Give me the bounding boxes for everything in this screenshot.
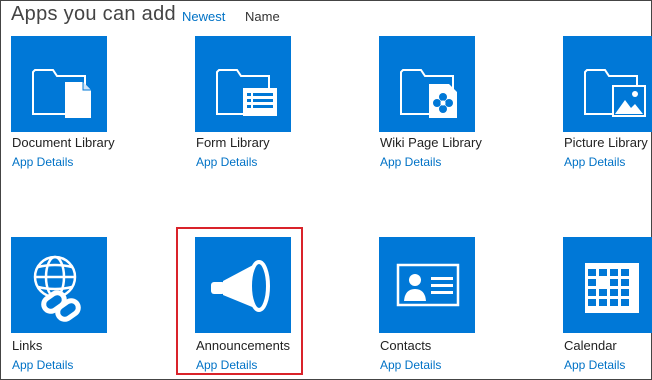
app-tile-document-library[interactable]: Document Library App Details [11,36,191,169]
calendar-icon[interactable] [563,237,652,333]
app-details-link[interactable]: App Details [564,358,625,372]
page-title: Apps you can add [11,3,176,25]
app-details-link[interactable]: App Details [564,155,625,169]
app-tile-picture-library[interactable]: Picture Library App Details [563,36,652,169]
app-tile-form-library[interactable]: Form Library App Details [195,36,375,169]
app-title[interactable]: Links [12,338,42,353]
app-tile-contacts[interactable]: Contacts App Details [379,237,559,372]
app-details-link[interactable]: App Details [380,358,441,372]
form-library-icon[interactable] [195,36,291,132]
app-details-link[interactable]: App Details [12,155,73,169]
app-details-link[interactable]: App Details [12,358,73,372]
app-title[interactable]: Calendar [564,338,617,353]
app-details-link[interactable]: App Details [380,155,441,169]
app-title[interactable]: Contacts [380,338,431,353]
app-title[interactable]: Wiki Page Library [380,135,482,150]
app-title[interactable]: Picture Library [564,135,648,150]
wiki-page-library-icon[interactable] [379,36,475,132]
sort-newest-link[interactable]: Newest [182,9,225,24]
app-title[interactable]: Document Library [12,135,115,150]
links-icon[interactable] [11,237,107,333]
app-tile-calendar[interactable]: Calendar App Details [563,237,652,372]
app-title[interactable]: Form Library [196,135,270,150]
sort-name-link[interactable]: Name [245,9,280,24]
contact-card-icon[interactable] [379,237,475,333]
announcements-highlight-box [176,227,303,375]
app-tile-links[interactable]: Links App Details [11,237,191,372]
app-details-link[interactable]: App Details [196,155,257,169]
document-library-icon[interactable] [11,36,107,132]
app-tile-wiki-page-library[interactable]: Wiki Page Library App Details [379,36,559,169]
picture-library-icon[interactable] [563,36,652,132]
